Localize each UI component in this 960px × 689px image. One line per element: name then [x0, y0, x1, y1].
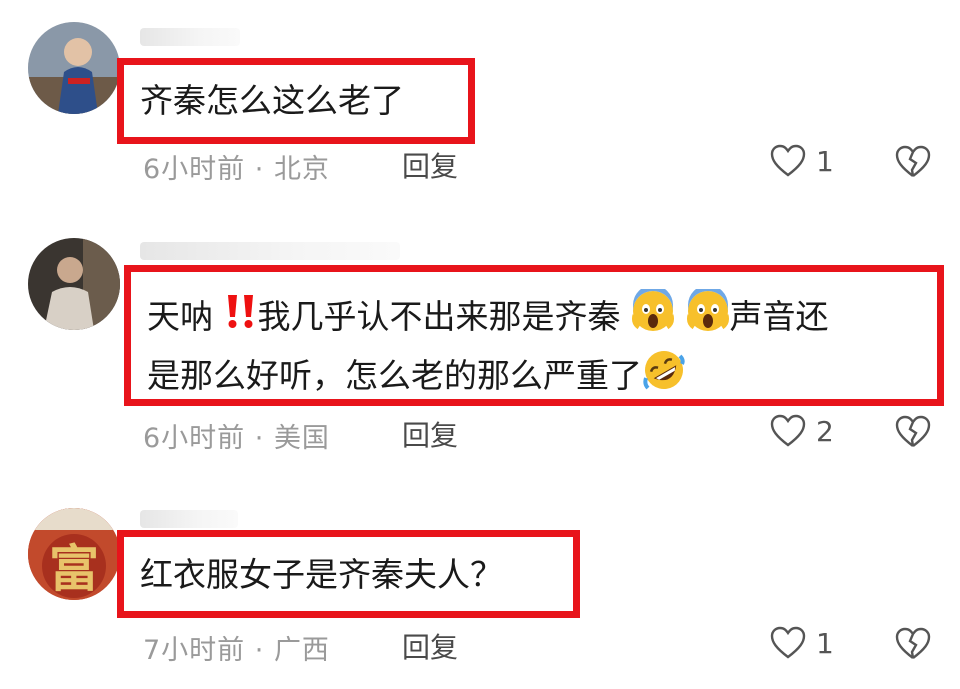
user-avatar[interactable]: [28, 22, 120, 114]
comment-text-line-1: 天呐 我几乎认不出来那是齐秦 声音还: [147, 285, 921, 348]
comment-meta: 6小时前 · 美国: [143, 416, 330, 455]
username-blurred: [140, 28, 240, 46]
like-count: 1: [816, 626, 834, 660]
like-button[interactable]: 2: [770, 414, 834, 448]
meta-separator: ·: [245, 423, 274, 454]
reply-button[interactable]: 回复: [402, 414, 458, 454]
like-button[interactable]: 1: [770, 626, 834, 660]
comment-meta: 7小时前 · 广西: [143, 628, 330, 667]
fu-character-avatar[interactable]: 富: [28, 508, 120, 600]
reply-button[interactable]: 回复: [402, 626, 458, 666]
broken-heart-icon[interactable]: [895, 145, 931, 179]
username-blurred: [140, 242, 400, 260]
comment-location: 广西: [273, 635, 330, 666]
screaming-face-icon: [631, 285, 675, 348]
comment-time: 6小时前: [143, 423, 246, 454]
meta-separator: ·: [245, 154, 274, 185]
comment-time: 7小时前: [143, 635, 246, 666]
comment-text-line-2: 是那么好听，怎么老的那么严重了: [147, 348, 921, 407]
broken-heart-icon[interactable]: [895, 627, 931, 661]
like-button[interactable]: 1: [770, 144, 834, 178]
like-count: 1: [816, 144, 834, 178]
heart-icon: [770, 144, 806, 178]
like-count: 2: [816, 414, 834, 448]
heart-icon: [770, 414, 806, 448]
svg-text:富: 富: [49, 539, 99, 598]
screaming-face-icon: [686, 285, 730, 348]
comment-meta: 6小时前 · 北京: [143, 147, 330, 186]
comment-text-highlight: 齐秦怎么这么老了: [117, 58, 475, 144]
heart-icon: [770, 626, 806, 660]
meta-separator: ·: [245, 635, 274, 666]
username-blurred: [140, 510, 238, 528]
user-avatar[interactable]: [28, 238, 120, 330]
double-exclamation-icon: [224, 292, 258, 345]
comment-time: 6小时前: [143, 154, 246, 185]
comment-text-highlight: 天呐 我几乎认不出来那是齐秦 声音还 是那么好听，怎么老的那么严重了: [124, 265, 944, 406]
broken-heart-icon[interactable]: [895, 415, 931, 449]
comment-location: 美国: [273, 423, 330, 454]
comment-location: 北京: [273, 154, 330, 185]
reply-button[interactable]: 回复: [402, 145, 458, 185]
rolling-laughing-face-icon: [642, 348, 686, 407]
comment-text-highlight: 红衣服女子是齐秦夫人？: [117, 530, 580, 618]
comment-text: 齐秦怎么这么老了: [140, 81, 404, 120]
comment-text: 红衣服女子是齐秦夫人？: [140, 555, 503, 594]
